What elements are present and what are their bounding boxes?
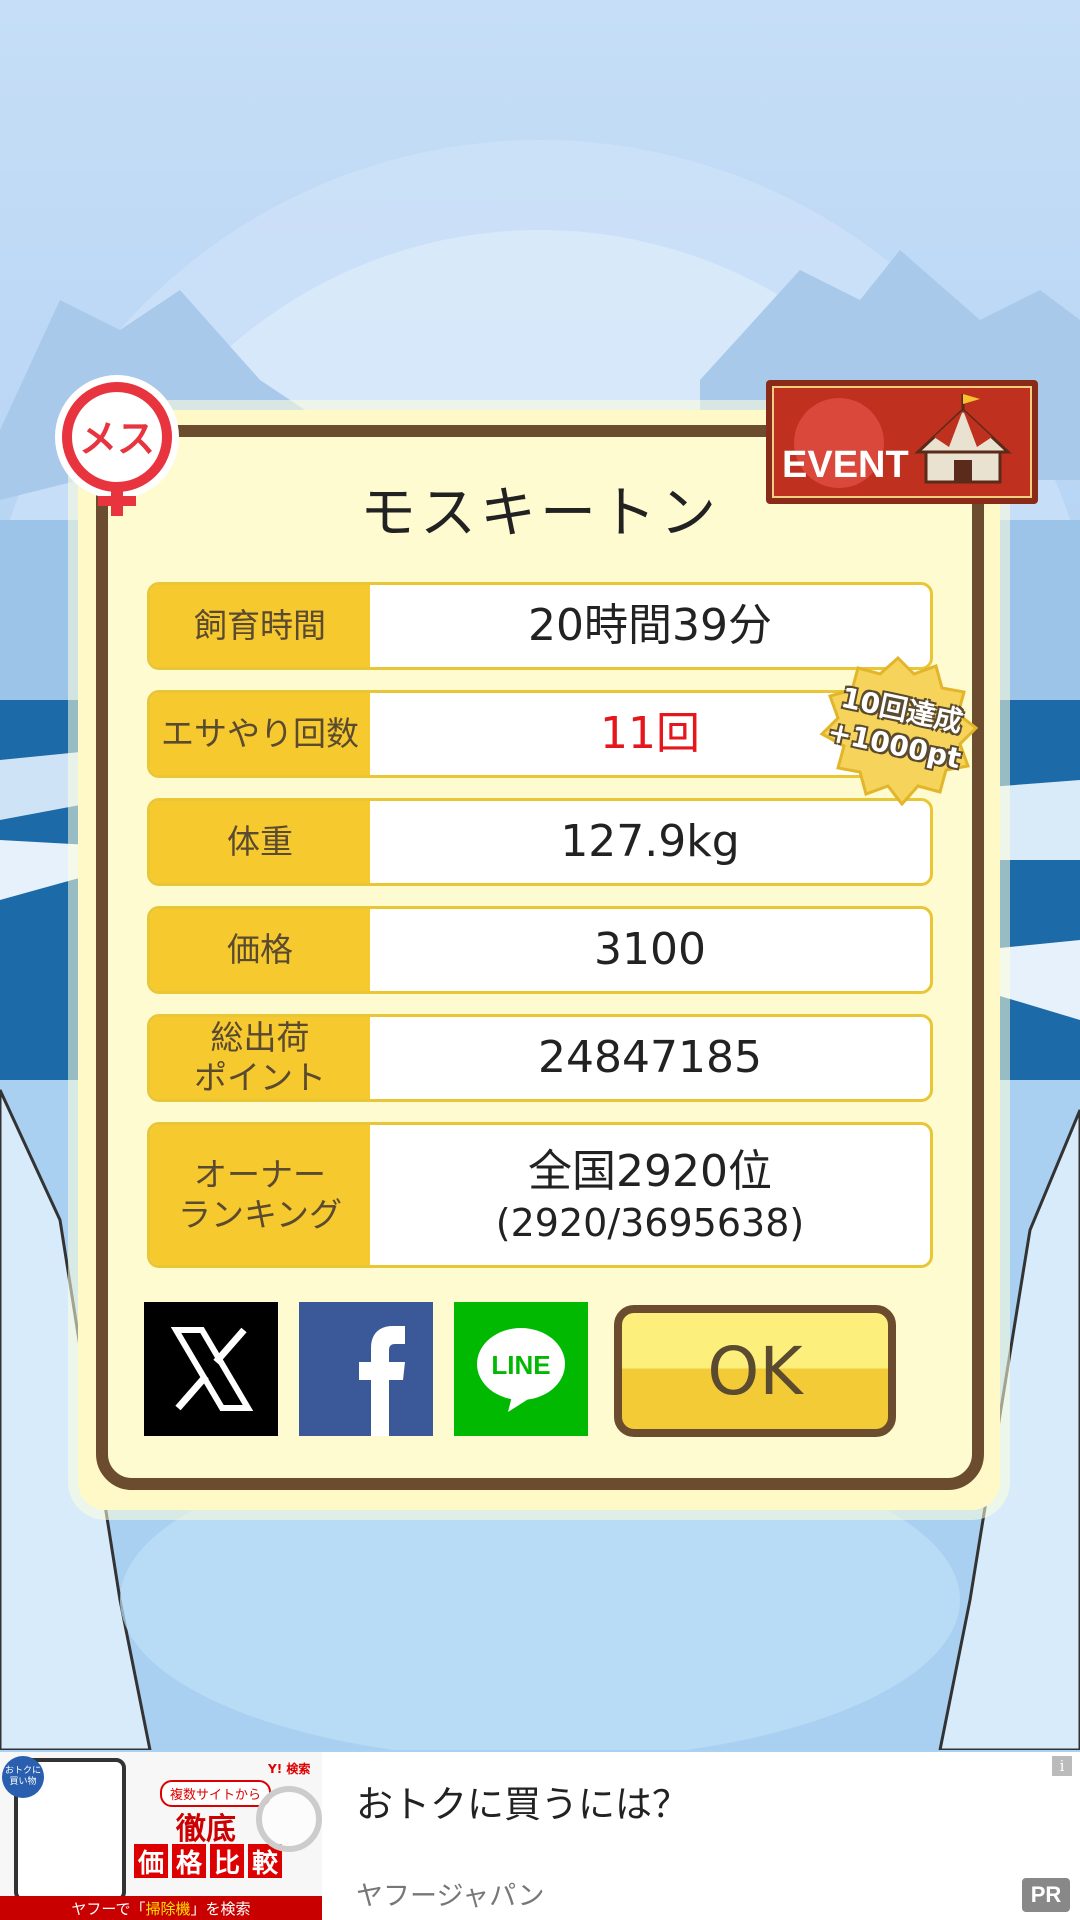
ad-headline: 徹底 xyxy=(176,1812,236,1847)
ranking-value: 全国2920位 xyxy=(528,1146,772,1197)
ranking-detail: (2920/3695638) xyxy=(495,1201,805,1245)
stat-label: オーナー ランキング xyxy=(150,1125,370,1265)
achievement-badge: 10回達成 +1000pt xyxy=(818,656,978,806)
gender-label: メス xyxy=(79,417,155,461)
stat-label: 体重 xyxy=(150,801,370,883)
ok-button[interactable]: OK xyxy=(614,1305,896,1437)
stat-row-weight: 体重 127.9kg xyxy=(147,798,933,886)
stat-value: 24847185 xyxy=(538,1032,762,1083)
stat-row-owner-ranking: オーナー ランキング 全国2920位 (2920/3695638) xyxy=(147,1122,933,1268)
share-line-button[interactable]: LINE xyxy=(454,1302,588,1436)
stat-value: 127.9kg xyxy=(560,816,740,867)
share-x-button[interactable] xyxy=(144,1302,278,1436)
x-logo-icon xyxy=(170,1327,254,1411)
stat-value: 20時間39分 xyxy=(528,600,772,651)
ad-corner-tag: おトクに 買い物 xyxy=(2,1756,44,1798)
stat-row-price: 価格 3100 xyxy=(147,906,933,994)
pr-badge: PR xyxy=(1022,1878,1070,1912)
stat-label: エサやり回数 xyxy=(150,693,370,775)
stat-value: 3100 xyxy=(594,924,706,975)
facebook-logo-icon xyxy=(359,1326,405,1436)
pet-name-title: モスキートン xyxy=(360,481,720,546)
ad-title[interactable]: おトクに買うには？ xyxy=(356,1774,689,1828)
stat-label: 飼育時間 xyxy=(150,585,370,667)
magnifier-icon xyxy=(256,1786,322,1852)
ad-image[interactable]: おトクに 買い物 Y! 検索 複数サイトから 徹底 価 格 比 較 ヤフーで「 掃除… xyxy=(0,1752,322,1920)
ad-source: ヤフージャパン xyxy=(356,1881,545,1912)
share-facebook-button[interactable] xyxy=(299,1302,433,1436)
stat-value: 全国2920位 (2920/3695638) xyxy=(370,1125,930,1265)
ad-footer: ヤフーで「 掃除機 」を検索 xyxy=(0,1896,322,1920)
ad-info-icon[interactable]: i xyxy=(1052,1756,1072,1776)
ad-banner[interactable]: おトクに 買い物 Y! 検索 複数サイトから 徹底 価 格 比 較 ヤフーで「 掃除… xyxy=(0,1752,1080,1920)
stat-row-total-shipment-points: 総出荷 ポイント 24847185 xyxy=(147,1014,933,1102)
line-logo-icon: LINE xyxy=(477,1328,565,1412)
ad-price-compare: 価 格 比 較 xyxy=(134,1844,282,1879)
line-label: LINE xyxy=(491,1350,550,1380)
stat-label: 総出荷 ポイント xyxy=(150,1017,370,1099)
stat-label: 価格 xyxy=(150,909,370,991)
ad-logo: Y! 検索 xyxy=(268,1762,311,1776)
stat-row-breeding-time: 飼育時間 20時間39分 xyxy=(147,582,933,670)
ad-pill: 複数サイトから xyxy=(160,1780,272,1807)
